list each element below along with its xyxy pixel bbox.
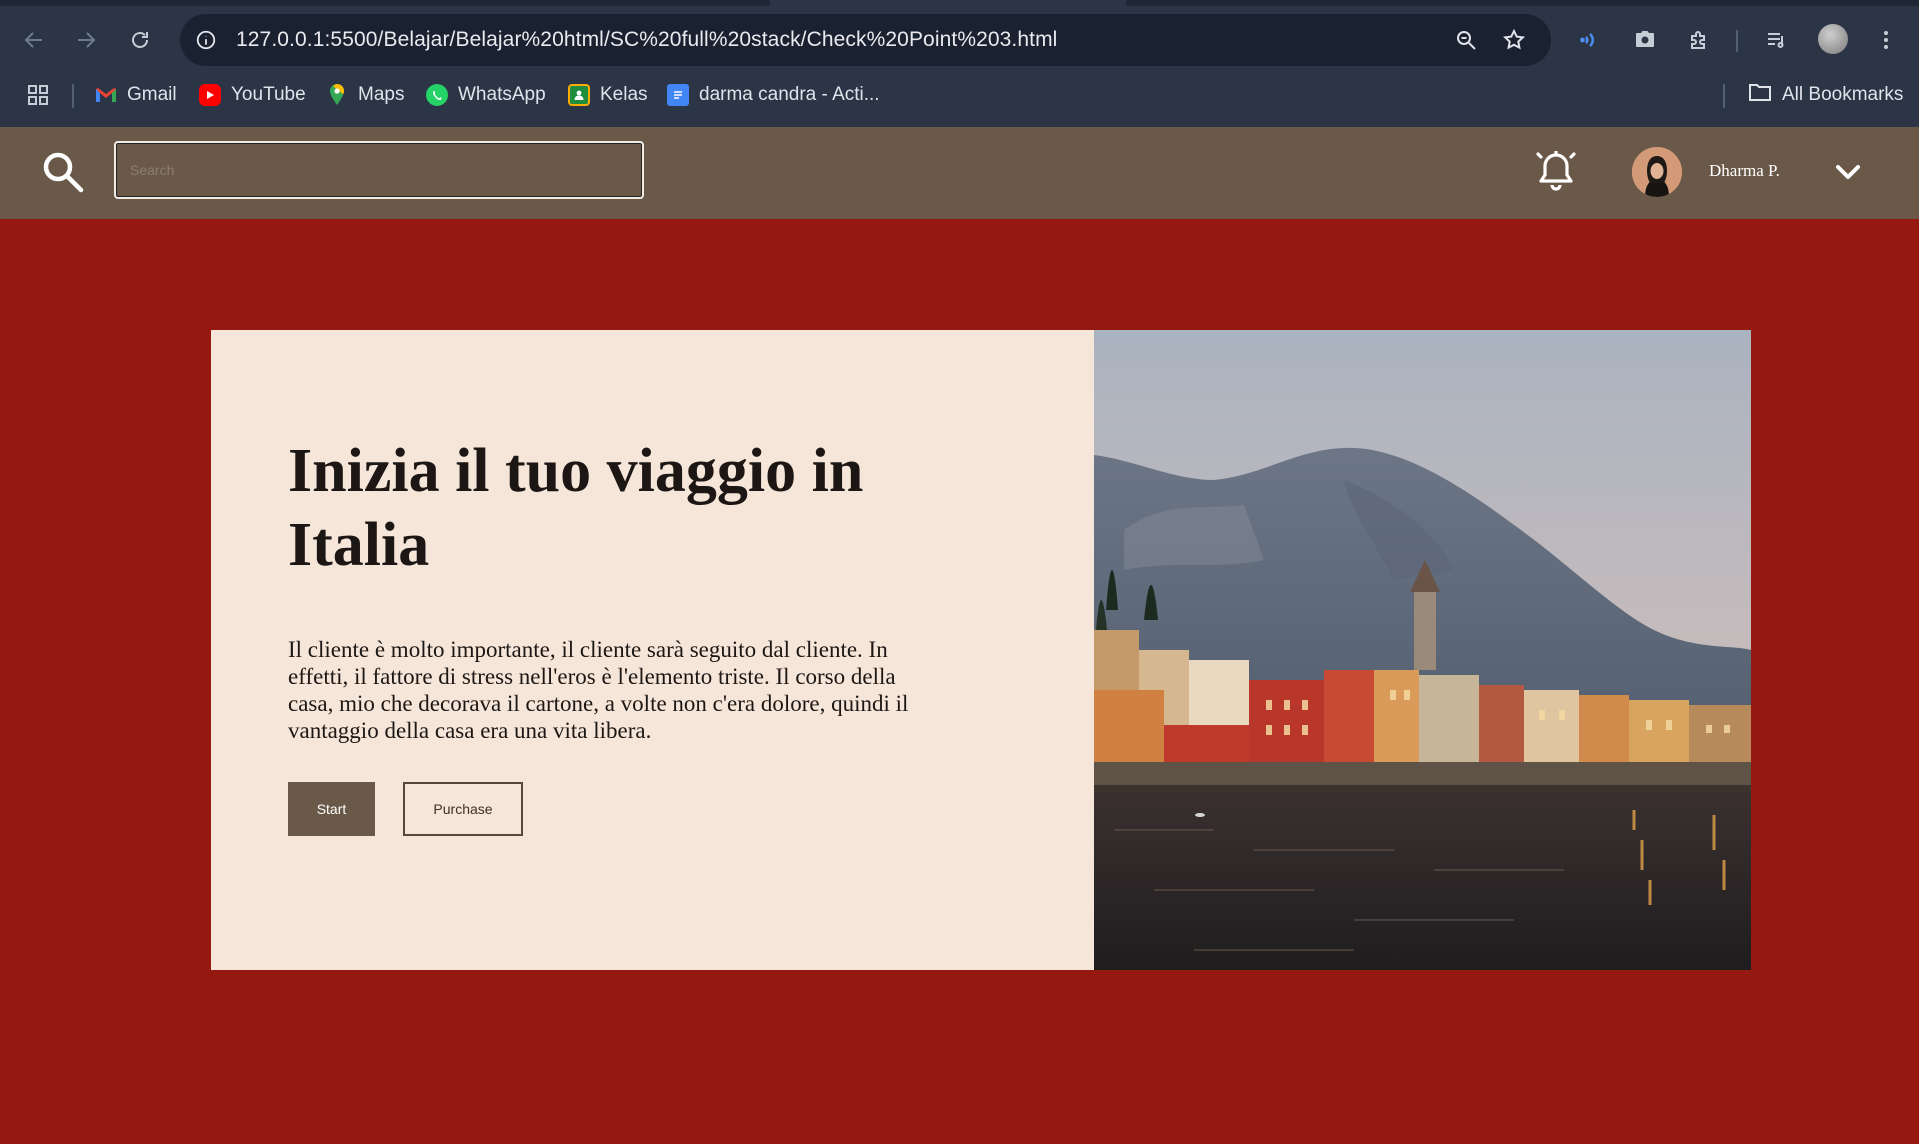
bookmark-maps[interactable]: Maps: [326, 80, 404, 110]
bookmark-divider: [1723, 84, 1725, 108]
bookmark-darma-candra[interactable]: darma candra - Acti...: [667, 80, 880, 110]
browser-chrome: 127.0.0.1:5500/Belajar/Belajar%20html/SC…: [0, 0, 1919, 127]
classroom-icon: [568, 84, 590, 106]
toolbar-divider: [1736, 30, 1738, 52]
start-button[interactable]: Start: [288, 782, 375, 836]
bookmark-whatsapp[interactable]: WhatsApp: [426, 80, 546, 110]
tab-strip: [0, 0, 770, 6]
bookmark-gmail[interactable]: Gmail: [95, 80, 177, 110]
extensions-icon[interactable]: [1679, 20, 1719, 60]
site-header: Dharma P.: [0, 127, 1919, 219]
folder-icon: [1748, 82, 1772, 108]
media-cast-icon[interactable]: [1570, 20, 1610, 60]
forward-icon[interactable]: [66, 20, 106, 60]
hero-text-panel: Inizia il tuo viaggio in Italia Il clien…: [211, 330, 1094, 970]
whatsapp-icon: [426, 84, 448, 106]
tab-strip: [1126, 0, 1919, 6]
user-avatar[interactable]: [1632, 147, 1682, 197]
back-icon[interactable]: [14, 20, 54, 60]
reload-icon[interactable]: [120, 20, 160, 60]
browser-profile-avatar[interactable]: [1818, 24, 1848, 54]
bookmark-kelas[interactable]: Kelas: [568, 80, 648, 110]
search-input[interactable]: [114, 141, 644, 199]
notification-bell-icon[interactable]: [1536, 149, 1576, 193]
bookmark-youtube[interactable]: YouTube: [199, 80, 306, 110]
docs-icon: [667, 84, 689, 106]
maps-icon: [326, 84, 348, 106]
address-bar[interactable]: 127.0.0.1:5500/Belajar/Belajar%20html/SC…: [180, 14, 1551, 66]
browser-toolbar: 127.0.0.1:5500/Belajar/Belajar%20html/SC…: [0, 14, 1919, 66]
url-text[interactable]: 127.0.0.1:5500/Belajar/Belajar%20html/SC…: [236, 28, 1057, 52]
hero-card: Inizia il tuo viaggio in Italia Il clien…: [211, 330, 1751, 970]
hero-description: Il cliente è molto importante, il client…: [288, 637, 909, 743]
hero-title: Inizia il tuo viaggio in Italia: [288, 437, 864, 579]
gmail-icon: [95, 84, 117, 106]
chevron-down-icon[interactable]: [1832, 157, 1864, 187]
camera-icon[interactable]: [1625, 20, 1665, 60]
reading-list-icon[interactable]: [1757, 20, 1797, 60]
search-icon[interactable]: [40, 149, 86, 195]
all-bookmarks-button[interactable]: All Bookmarks: [1748, 80, 1903, 110]
apps-grid-icon[interactable]: [26, 80, 50, 110]
star-icon[interactable]: [1500, 26, 1528, 54]
youtube-icon: [199, 84, 221, 106]
bookmarks-bar: Gmail YouTube Maps WhatsApp Kelas darma …: [0, 76, 1919, 114]
italy-lakeside-town-image: [1094, 330, 1751, 970]
site-info-icon[interactable]: [192, 26, 220, 54]
user-name[interactable]: Dharma P.: [1709, 161, 1780, 181]
bookmark-divider: [72, 84, 74, 108]
purchase-button[interactable]: Purchase: [403, 782, 523, 836]
menu-dots-icon[interactable]: [1866, 20, 1906, 60]
zoom-icon[interactable]: [1452, 26, 1480, 54]
